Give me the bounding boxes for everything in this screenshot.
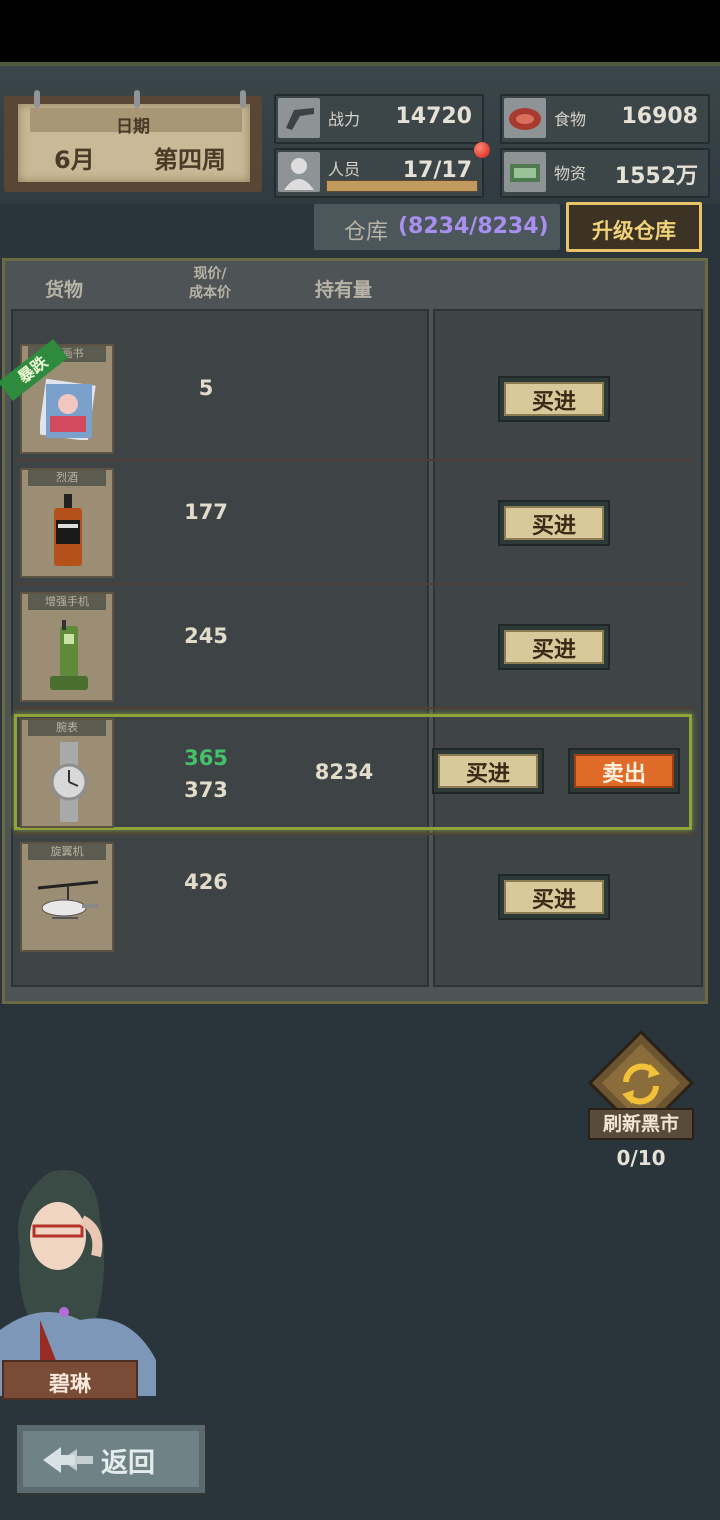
stat-supplies: 物资 1552万 bbox=[500, 148, 710, 198]
buy-button[interactable]: 买进 bbox=[498, 624, 610, 670]
stat-power-label: 战力 bbox=[328, 110, 361, 129]
item-price: 5 bbox=[198, 376, 214, 400]
warehouse-count: (8234/8234) bbox=[398, 214, 549, 239]
list-item-selected[interactable]: 腕表 365 373 8234 买进 卖出 bbox=[0, 714, 720, 834]
stat-people-label: 人员 bbox=[328, 160, 361, 179]
comic-book-icon bbox=[40, 378, 96, 440]
status-bar bbox=[0, 0, 720, 62]
stat-food: 食物 16908 bbox=[500, 94, 710, 144]
wristwatch-icon bbox=[50, 742, 88, 822]
item-price-current: 365 bbox=[184, 746, 228, 770]
buy-button[interactable]: 买进 bbox=[498, 376, 610, 422]
back-label: 返回 bbox=[101, 1448, 155, 1479]
refresh-count: 0/10 bbox=[616, 1146, 666, 1170]
item-card: 腕表 bbox=[20, 718, 114, 828]
col-goods: 货物 bbox=[45, 279, 84, 301]
item-held-quantity: 8234 bbox=[314, 760, 374, 784]
item-price: 426 bbox=[184, 870, 228, 894]
character-name-bar: 碧琳 bbox=[2, 1360, 138, 1400]
upgrade-warehouse-button[interactable]: 升级仓库 bbox=[566, 202, 702, 252]
col-price: 现价/ 成本价 bbox=[189, 266, 231, 301]
people-bar bbox=[326, 180, 478, 192]
date-week: 第四周 bbox=[154, 146, 226, 174]
money-icon bbox=[504, 152, 546, 192]
stat-supplies-value: 1552万 bbox=[614, 164, 698, 189]
list-item[interactable]: 旋翼机 426 买进 bbox=[0, 838, 720, 958]
meat-icon bbox=[504, 98, 546, 138]
buy-button[interactable]: 买进 bbox=[498, 500, 610, 546]
buy-button[interactable]: 买进 bbox=[498, 874, 610, 920]
pistol-icon bbox=[278, 98, 320, 138]
notification-dot bbox=[474, 142, 490, 158]
character-name: 碧琳 bbox=[49, 1372, 91, 1396]
stat-power-value: 14720 bbox=[395, 104, 472, 129]
item-price: 245 bbox=[184, 624, 228, 648]
item-card: 增强手机 bbox=[20, 592, 114, 702]
person-icon bbox=[278, 152, 320, 192]
date-label: 日期 bbox=[116, 117, 150, 137]
list-item[interactable]: 烈酒 177 买进 bbox=[0, 464, 720, 584]
item-card: 旋翼机 bbox=[20, 842, 114, 952]
item-card: 烈酒 bbox=[20, 468, 114, 578]
stat-food-label: 食物 bbox=[554, 110, 587, 129]
stat-people[interactable]: 人员 17/17 bbox=[274, 148, 484, 198]
list-item[interactable]: 增强手机 245 买进 bbox=[0, 588, 720, 708]
col-held: 持有量 bbox=[315, 279, 373, 301]
back-button[interactable]: 返回 bbox=[14, 1422, 208, 1496]
warehouse-label: 仓库 bbox=[344, 220, 389, 245]
item-name: 增强手机 bbox=[28, 594, 106, 610]
item-name: 腕表 bbox=[28, 720, 106, 736]
radio-phone-icon bbox=[50, 620, 88, 690]
liquor-bottle-icon bbox=[54, 494, 82, 566]
refresh-label: 刷新黑市 bbox=[588, 1108, 694, 1140]
sell-button[interactable]: 卖出 bbox=[568, 748, 680, 794]
item-price-cost: 373 bbox=[184, 778, 228, 802]
date-month: 6月 bbox=[54, 146, 95, 174]
gyrocopter-icon bbox=[37, 880, 99, 919]
date-card: 日期 6月 第四周 bbox=[4, 90, 262, 192]
item-price: 177 bbox=[184, 500, 228, 524]
refresh-black-market-button[interactable]: 刷新黑市 0/10 bbox=[588, 1030, 694, 1170]
back-arrow-icon bbox=[43, 1447, 93, 1473]
item-name: 烈酒 bbox=[28, 470, 106, 486]
stat-power: 战力 14720 bbox=[274, 94, 484, 144]
warehouse-capacity: 仓库 (8234/8234) bbox=[314, 204, 560, 250]
list-item[interactable]: 漫画书 暴跌 5 买进 bbox=[0, 338, 720, 460]
buy-button[interactable]: 买进 bbox=[432, 748, 544, 794]
stat-food-value: 16908 bbox=[621, 104, 698, 129]
item-name: 旋翼机 bbox=[28, 844, 106, 860]
stat-supplies-label: 物资 bbox=[554, 164, 587, 183]
upgrade-warehouse-label: 升级仓库 bbox=[592, 219, 676, 243]
